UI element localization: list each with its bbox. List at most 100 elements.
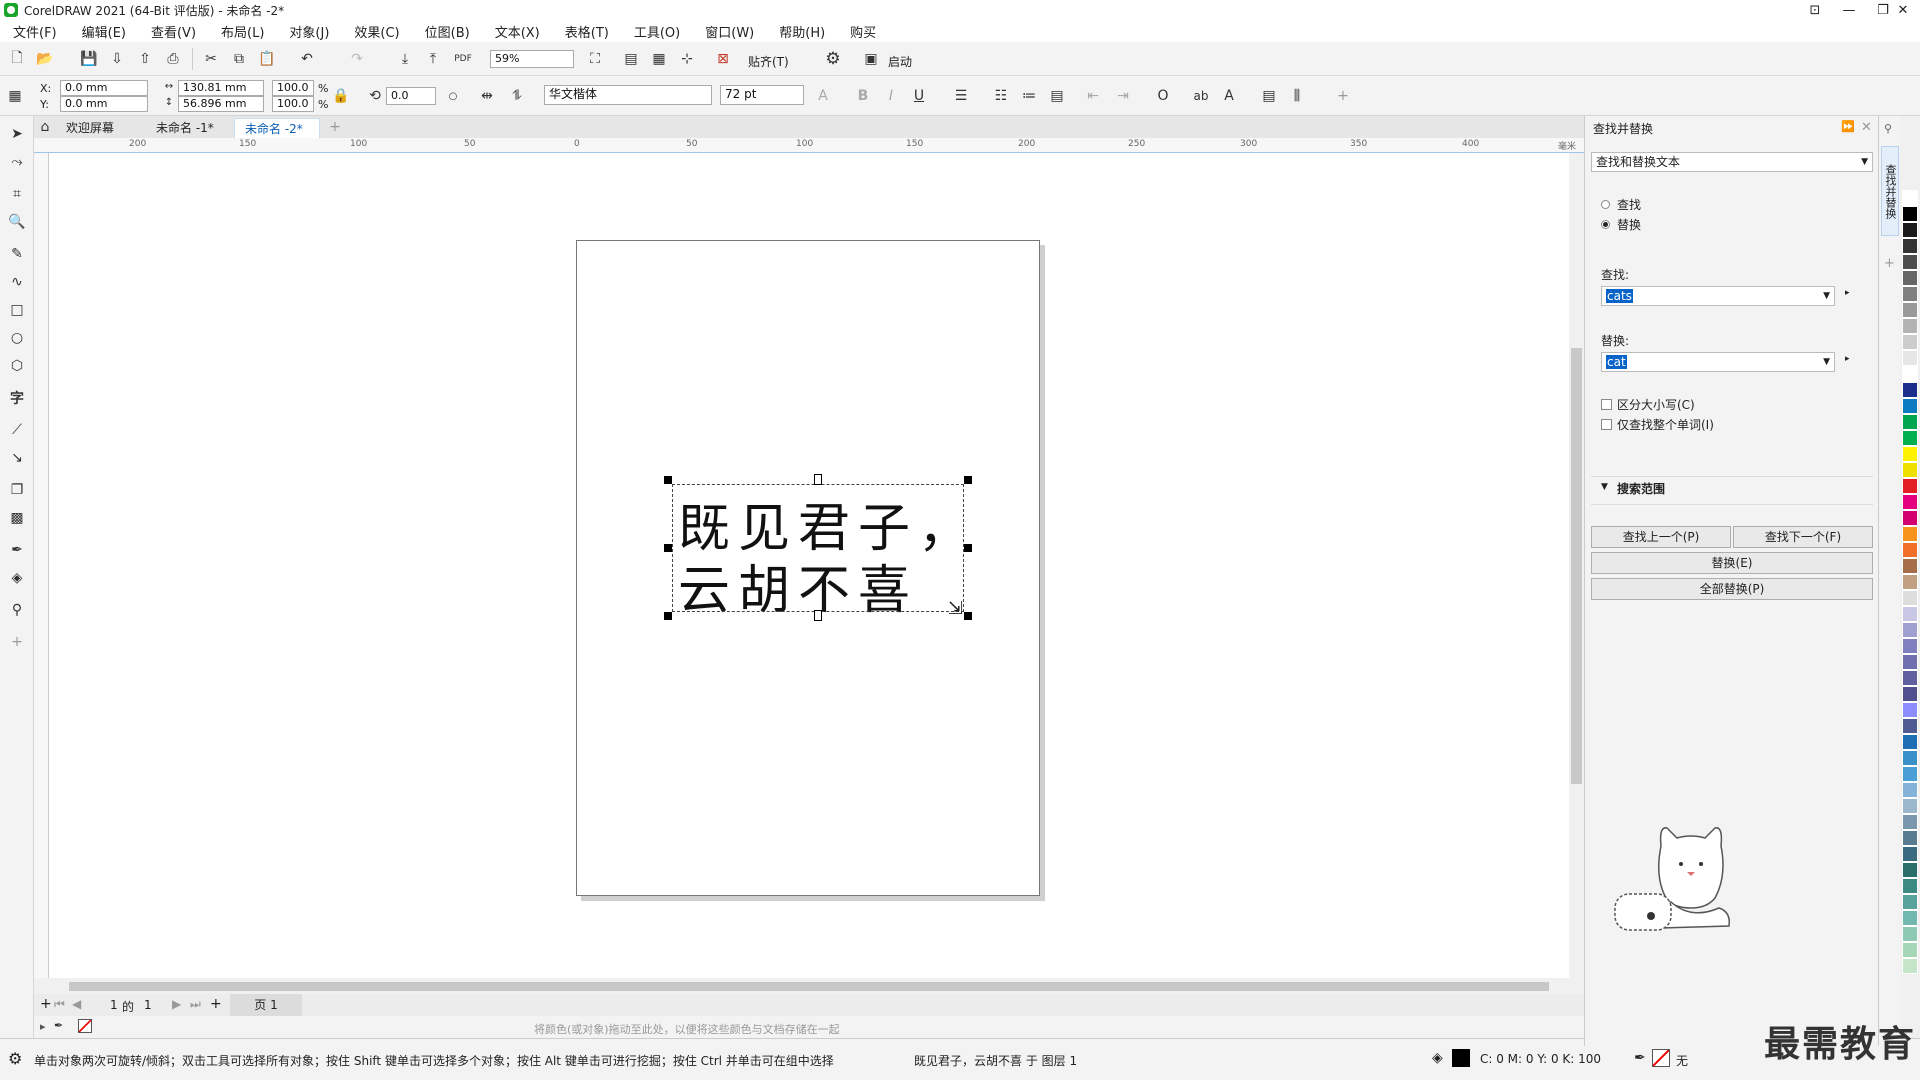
text-align-icon[interactable]: ☰ bbox=[950, 85, 972, 107]
full-screen-icon[interactable]: ⛶ bbox=[584, 48, 606, 70]
add-docker-icon[interactable]: + bbox=[1884, 256, 1895, 271]
selection-handle-tr[interactable] bbox=[964, 476, 972, 484]
freehand-tool-icon[interactable]: ✎ bbox=[5, 242, 29, 266]
decrease-indent-icon[interactable]: ⇤ bbox=[1082, 85, 1104, 107]
artistic-media-icon[interactable]: ∿ bbox=[5, 270, 29, 294]
color-swatch[interactable] bbox=[1902, 430, 1918, 446]
replace-all-button[interactable]: 全部替换(P) bbox=[1591, 578, 1873, 600]
first-page-icon[interactable]: ⏮ bbox=[54, 997, 65, 1012]
radio-find[interactable] bbox=[1601, 200, 1610, 209]
redo-icon[interactable]: ↷ bbox=[346, 48, 368, 70]
color-swatch[interactable] bbox=[1902, 654, 1918, 670]
document-palette[interactable]: ▸ ✒ 将颜色(或对象)拖动至此处，以便将这些颜色与文档存储在一起 bbox=[34, 1016, 1584, 1038]
polygon-tool-icon[interactable]: ⬡ bbox=[5, 354, 29, 378]
color-swatch[interactable] bbox=[1902, 926, 1918, 942]
color-swatch[interactable] bbox=[1902, 798, 1918, 814]
smart-fill-icon[interactable]: ⚲ bbox=[5, 598, 29, 622]
snap-off-icon[interactable]: ⊠ bbox=[712, 48, 734, 70]
find-previous-button[interactable]: 查找上一个(P) bbox=[1591, 526, 1731, 548]
copy-icon[interactable]: ⧉ bbox=[228, 48, 250, 70]
text-tool-icon[interactable]: 字 bbox=[5, 386, 29, 410]
home-icon[interactable]: ⌂ bbox=[34, 116, 56, 138]
color-swatch[interactable] bbox=[1902, 382, 1918, 398]
italic-button[interactable]: I bbox=[880, 85, 902, 107]
color-swatch[interactable] bbox=[1902, 254, 1918, 270]
color-swatch[interactable] bbox=[1902, 702, 1918, 718]
add-icon[interactable]: + bbox=[1332, 85, 1354, 107]
color-swatch[interactable] bbox=[1902, 862, 1918, 878]
selection-handle-top[interactable] bbox=[814, 474, 822, 485]
pick-tool-icon[interactable]: ➤ bbox=[5, 122, 29, 146]
menu-window[interactable]: 窗口(W) bbox=[692, 22, 766, 41]
palette-arrow-icon[interactable]: ▸ bbox=[40, 1020, 46, 1033]
color-swatch[interactable] bbox=[1902, 222, 1918, 238]
color-swatch[interactable] bbox=[1902, 894, 1918, 910]
color-swatch[interactable] bbox=[1902, 830, 1918, 846]
color-swatch[interactable] bbox=[1902, 766, 1918, 782]
color-swatch[interactable] bbox=[1902, 958, 1918, 974]
connector-tool-icon[interactable]: ↘ bbox=[5, 446, 29, 470]
menu-effects[interactable]: 效果(C) bbox=[341, 22, 411, 41]
import-icon[interactable]: ⤓ bbox=[394, 48, 416, 70]
color-swatch[interactable] bbox=[1902, 270, 1918, 286]
whole-word-checkbox[interactable] bbox=[1601, 419, 1612, 430]
interactive-fill-icon[interactable]: ◈ bbox=[5, 566, 29, 590]
bullet-list-icon[interactable]: ☷ bbox=[990, 85, 1012, 107]
selection-handle-bottom[interactable] bbox=[814, 610, 822, 621]
increase-indent-icon[interactable]: ⇥ bbox=[1112, 85, 1134, 107]
mirror-horizontal-icon[interactable]: ⇹ bbox=[476, 85, 498, 107]
menu-bitmaps[interactable]: 位图(B) bbox=[412, 22, 482, 41]
selection-handle-br[interactable] bbox=[964, 612, 972, 620]
match-case-checkbox[interactable] bbox=[1601, 399, 1612, 410]
radio-replace[interactable] bbox=[1601, 220, 1610, 229]
minimize-button[interactable]: — bbox=[1832, 0, 1866, 20]
rotation-input[interactable]: 0.0 bbox=[386, 87, 436, 105]
x-position-input[interactable]: 0.0 mm bbox=[60, 80, 148, 96]
color-swatch[interactable] bbox=[1902, 462, 1918, 478]
font-scale-icon[interactable]: A bbox=[812, 85, 834, 107]
find-input[interactable]: cats ▼ bbox=[1601, 286, 1835, 306]
menu-text[interactable]: 文本(X) bbox=[482, 22, 552, 41]
find-options-arrow-icon[interactable]: ▸ bbox=[1845, 288, 1850, 298]
outline-none-swatch[interactable] bbox=[1652, 1049, 1670, 1067]
y-position-input[interactable]: 0.0 mm bbox=[60, 96, 148, 112]
color-swatch[interactable] bbox=[1902, 414, 1918, 430]
crop-tool-icon[interactable]: ⌗ bbox=[5, 182, 29, 206]
replace-input[interactable]: cat ▼ bbox=[1601, 352, 1835, 372]
close-docker-icon[interactable]: ✕ bbox=[1861, 120, 1872, 135]
selection-handle-right[interactable] bbox=[964, 544, 972, 552]
fill-icon[interactable]: ◈ bbox=[1432, 1050, 1443, 1066]
drop-shadow-icon[interactable]: ❐ bbox=[5, 478, 29, 502]
bold-button[interactable]: B bbox=[852, 85, 874, 107]
color-swatch[interactable] bbox=[1902, 190, 1918, 206]
color-swatch[interactable] bbox=[1902, 318, 1918, 334]
scroll-thumb[interactable] bbox=[69, 982, 1549, 991]
color-swatch[interactable] bbox=[1902, 206, 1918, 222]
selection-handle-tl[interactable] bbox=[664, 476, 672, 484]
transparency-icon[interactable]: ▩ bbox=[5, 506, 29, 530]
tab-untitled-1[interactable]: 未命名 -1* bbox=[146, 118, 224, 138]
open-folder-icon[interactable]: 📂 bbox=[34, 48, 56, 70]
fill-color-swatch[interactable] bbox=[1452, 1049, 1470, 1067]
menu-buy[interactable]: 购买 bbox=[837, 22, 888, 41]
tab-untitled-2[interactable]: 未命名 -2* bbox=[234, 118, 320, 138]
color-swatch[interactable] bbox=[1902, 398, 1918, 414]
search-mode-select[interactable]: 查找和替换文本 ▼ bbox=[1591, 152, 1873, 172]
menu-edit[interactable]: 编辑(E) bbox=[69, 22, 138, 41]
zoom-tool-icon[interactable]: 🔍 bbox=[5, 210, 29, 234]
color-swatch[interactable] bbox=[1902, 494, 1918, 510]
color-swatch[interactable] bbox=[1902, 558, 1918, 574]
show-grid-icon[interactable]: ▦ bbox=[648, 48, 670, 70]
search-scope-header[interactable]: 搜索范围 bbox=[1617, 480, 1665, 497]
menu-tools[interactable]: 工具(O) bbox=[621, 22, 692, 41]
radio-find-label[interactable]: 查找 bbox=[1617, 196, 1641, 213]
font-size-select[interactable]: 72 pt bbox=[720, 85, 804, 105]
expand-scope-icon[interactable]: ▼ bbox=[1601, 482, 1608, 492]
vertical-text-icon[interactable]: ⫼ bbox=[1286, 85, 1308, 107]
color-swatch[interactable] bbox=[1902, 910, 1918, 926]
cloud-download-icon[interactable]: ⇩ bbox=[106, 48, 128, 70]
color-swatch[interactable] bbox=[1902, 750, 1918, 766]
height-input[interactable]: 56.896 mm bbox=[178, 96, 264, 112]
zoom-level-input[interactable]: 59% bbox=[490, 50, 574, 68]
launch-icon[interactable]: ▣ bbox=[860, 48, 882, 70]
